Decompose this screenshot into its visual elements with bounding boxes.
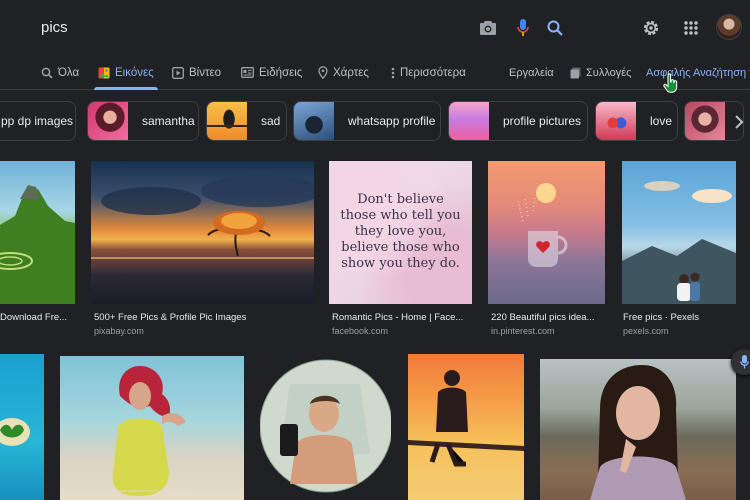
chip-label: samantha: [142, 114, 195, 128]
chip-thumbnail: [207, 102, 247, 140]
collections-icon: [570, 67, 581, 78]
result-thumbnail: Don't believe those who tell you they lo…: [329, 161, 472, 304]
chip-thumbnail: [88, 102, 128, 140]
image-watermark: Image Instagrammed by @mrsharmedevel: [116, 488, 192, 493]
chip-sad[interactable]: sad: [206, 101, 287, 141]
result-thumbnail: [0, 354, 44, 500]
result-caption: Romantic Pics - Home | Face...: [332, 312, 464, 323]
chip-samantha[interactable]: samantha: [87, 101, 199, 141]
result-thumbnail: [60, 356, 244, 500]
result-caption: 220 Beautiful pics idea...: [491, 312, 595, 323]
tab-news[interactable]: Ειδήσεις: [241, 56, 302, 89]
image-result-couple-mountains[interactable]: Free pics · Pexels pexels.com: [622, 161, 736, 337]
result-thumbnail: [540, 359, 736, 500]
quote-line: those who tell you: [340, 208, 461, 223]
quote-line: they love you,: [354, 224, 447, 239]
image-result-green-hills[interactable]: Download Fre...: [0, 161, 75, 337]
hand-pointer-icon: [663, 73, 678, 93]
tab-label: Βίντεο: [189, 66, 222, 79]
tab-more[interactable]: Περισσότερα: [391, 56, 466, 89]
image-result-silhouette-sunset[interactable]: [408, 354, 524, 500]
chip-love[interactable]: love: [595, 101, 678, 141]
image-result-woman-portrait[interactable]: [540, 359, 736, 500]
tab-label: Εικόνες: [115, 66, 154, 79]
video-icon: [172, 66, 184, 79]
result-thumbnail: [622, 161, 736, 304]
tab-label: Περισσότερα: [400, 66, 466, 79]
tools-button[interactable]: Εργαλεία: [509, 56, 554, 89]
tab-label: Ειδήσεις: [259, 66, 303, 79]
voice-search-fab[interactable]: [731, 349, 750, 375]
tools-label: Εργαλεία: [509, 66, 554, 79]
tab-label: Χάρτες: [333, 66, 369, 79]
image-result-island[interactable]: [0, 354, 44, 500]
result-caption: Download Fre...: [0, 312, 68, 323]
related-searches: pp dp images samantha sad whatsapp profi…: [0, 101, 750, 143]
search-bar: pics: [0, 0, 750, 56]
chip-label: sad: [261, 114, 281, 128]
chip-thumbnail: [294, 102, 334, 140]
chip-label: pp dp images: [1, 114, 74, 128]
chip-label: profile pictures: [503, 114, 582, 128]
result-source: pexels.com: [623, 326, 669, 336]
result-source: in.pinterest.com: [491, 326, 555, 336]
tab-label: Όλα: [58, 66, 80, 79]
news-icon: [241, 67, 254, 78]
tab-all[interactable]: Όλα: [41, 56, 79, 89]
result-caption: Free pics · Pexels: [623, 312, 700, 323]
chip-thumbnail: [596, 102, 636, 140]
search-icon: [41, 67, 53, 79]
image-result-sunset-tree[interactable]: 500+ Free Pics & Profile Pic Images pixa…: [91, 161, 314, 337]
collections-label: Συλλογές: [586, 66, 632, 79]
chip-profile-pictures[interactable]: profile pictures: [448, 101, 588, 141]
quote-line: Don't believe: [357, 192, 444, 207]
collections-button[interactable]: Συλλογές: [570, 56, 631, 89]
tab-images[interactable]: Εικόνες: [94, 56, 158, 90]
quote-line: believe those who: [341, 240, 460, 255]
account-avatar[interactable]: [716, 14, 742, 40]
safesearch-label: Ασφαλής Αναζήτηση: [646, 66, 747, 79]
result-thumbnail: [91, 161, 314, 304]
result-thumbnail: [488, 161, 605, 304]
chevron-right-icon[interactable]: [734, 115, 744, 129]
chip-thumbnail: [449, 102, 489, 140]
chip-label: whatsapp profile: [348, 114, 436, 128]
image-result-man-selfie[interactable]: [260, 354, 391, 500]
quote-line: show you they do.: [341, 256, 460, 271]
result-source: pixabay.com: [94, 326, 144, 336]
chip-thumbnail: [685, 102, 725, 140]
search-input[interactable]: pics: [41, 19, 68, 36]
tab-videos[interactable]: Βίντεο: [172, 56, 221, 89]
image-icon: [98, 67, 110, 78]
chip-label: love: [650, 114, 673, 128]
safesearch-toggle[interactable]: Ασφαλής Αναζήτηση: [646, 56, 750, 89]
tab-maps[interactable]: Χάρτες: [318, 56, 369, 89]
map-pin-icon: [318, 66, 328, 79]
result-thumbnail: [0, 161, 75, 304]
camera-icon[interactable]: [477, 17, 499, 39]
search-tabs: Όλα Εικόνες Βίντεο Ειδήσεις Χάρτες Περισ…: [0, 56, 750, 90]
image-result-woman-beach[interactable]: Image Instagrammed by @mrsharmedevel: [60, 356, 244, 500]
result-thumbnail: [260, 354, 391, 500]
more-vert-icon: [391, 67, 395, 78]
microphone-icon: [739, 355, 749, 369]
result-source: facebook.com: [332, 326, 389, 336]
microphone-icon[interactable]: [512, 17, 534, 39]
settings-gear-icon[interactable]: [640, 17, 662, 39]
result-caption: 500+ Free Pics & Profile Pic Images: [94, 312, 247, 323]
chip-whatsapp-profile[interactable]: whatsapp profile: [293, 101, 441, 141]
result-thumbnail: [408, 354, 524, 500]
image-result-love-quote[interactable]: Don't believe those who tell you they lo…: [329, 161, 472, 337]
chip-pp-dp-images[interactable]: pp dp images: [0, 101, 76, 141]
apps-grid-icon[interactable]: [680, 17, 702, 39]
image-result-heart-cup[interactable]: 220 Beautiful pics idea... in.pinterest.…: [488, 161, 605, 337]
search-icon[interactable]: [544, 17, 566, 39]
